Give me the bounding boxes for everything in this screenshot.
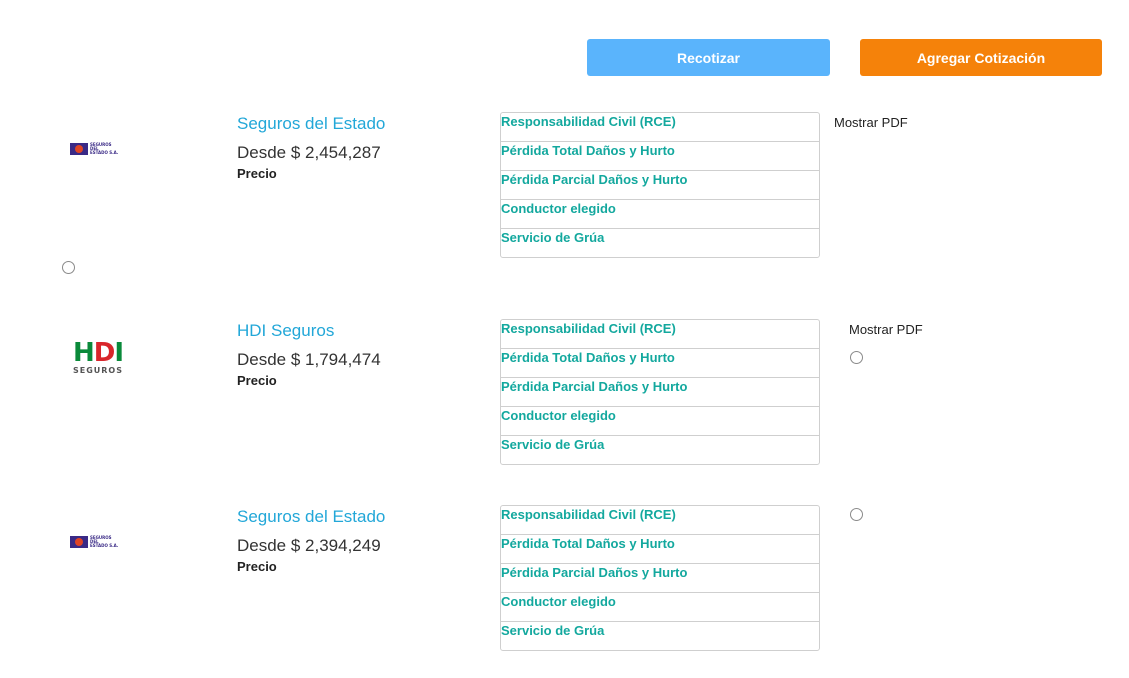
price-label: Precio	[237, 373, 277, 388]
coverage-list: Responsabilidad Civil (RCE) Pérdida Tota…	[500, 505, 820, 651]
mostrar-pdf-link[interactable]: Mostrar PDF	[834, 115, 908, 130]
coverage-item: Responsabilidad Civil (RCE)	[501, 320, 819, 349]
coverage-item: Pérdida Parcial Daños y Hurto	[501, 378, 819, 407]
coverage-item: Responsabilidad Civil (RCE)	[501, 113, 819, 142]
coverage-item: Servicio de Grúa	[501, 623, 605, 638]
coverage-list: Responsabilidad Civil (RCE) Pérdida Tota…	[500, 319, 820, 465]
agregar-cotizacion-button[interactable]: Agregar Cotización	[860, 39, 1102, 76]
quote-card: SEGUROS DEL ESTADO S.A. Seguros del Estado…	[0, 505, 1129, 651]
insurer-price: Desde $ 2,454,287	[237, 143, 381, 162]
recotizar-button[interactable]: Recotizar	[587, 39, 830, 76]
coverage-item: Pérdida Total Daños y Hurto	[501, 142, 819, 171]
select-quote-radio[interactable]	[62, 261, 75, 274]
select-quote-radio[interactable]	[850, 351, 863, 364]
select-quote-radio[interactable]	[850, 508, 863, 521]
quote-card: HDI SEGUROS HDI Seguros Desde $ 1,794,47…	[0, 319, 1129, 465]
price-label: Precio	[237, 559, 277, 574]
coverage-list: Responsabilidad Civil (RCE) Pérdida Tota…	[500, 112, 820, 258]
seguros-del-estado-logo: SEGUROS DEL ESTADO S.A.	[70, 142, 128, 156]
coverage-item: Pérdida Total Daños y Hurto	[501, 535, 819, 564]
coverage-item: Pérdida Parcial Daños y Hurto	[501, 564, 819, 593]
coverage-item: Servicio de Grúa	[501, 230, 605, 245]
coverage-item: Conductor elegido	[501, 593, 819, 622]
insurer-name[interactable]: Seguros del Estado	[237, 507, 385, 527]
coverage-item: Servicio de Grúa	[501, 437, 605, 452]
insurer-price: Desde $ 1,794,474	[237, 350, 381, 369]
coverage-item: Conductor elegido	[501, 407, 819, 436]
coverage-item: Responsabilidad Civil (RCE)	[501, 506, 819, 535]
insurer-name[interactable]: HDI Seguros	[237, 321, 334, 341]
insurer-price: Desde $ 2,394,249	[237, 536, 381, 555]
mostrar-pdf-link[interactable]: Mostrar PDF	[849, 322, 923, 337]
insurer-name[interactable]: Seguros del Estado	[237, 114, 385, 134]
coverage-item: Conductor elegido	[501, 200, 819, 229]
price-label: Precio	[237, 166, 277, 181]
coverage-item: Pérdida Total Daños y Hurto	[501, 349, 819, 378]
quote-card: SEGUROS DEL ESTADO S.A. Seguros del Estado…	[0, 112, 1129, 258]
hdi-seguros-logo: HDI SEGUROS	[72, 338, 124, 375]
seguros-del-estado-logo: SEGUROS DEL ESTADO S.A.	[70, 535, 128, 549]
coverage-item: Pérdida Parcial Daños y Hurto	[501, 171, 819, 200]
